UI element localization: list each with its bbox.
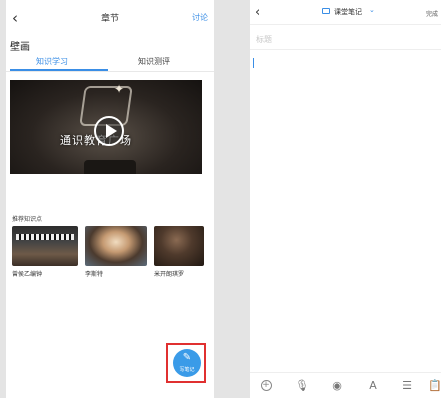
- recommended-thumbnail-bells[interactable]: [12, 226, 78, 266]
- chapter-screen: ‹ 章节 讨论 壁画 知识学习 知识测评 ✦ 通识教育广场 推荐知识点 曾侯乙编…: [6, 0, 214, 398]
- editor-toolbar: + 🎙 ◉ A ☰ 📋: [250, 372, 441, 398]
- text-format-icon[interactable]: A: [366, 379, 380, 393]
- microphone-icon[interactable]: 🎙: [295, 379, 309, 393]
- back-chevron-icon[interactable]: ‹: [255, 5, 260, 20]
- clipboard-icon[interactable]: 📋: [428, 379, 441, 393]
- note-title-input[interactable]: [256, 32, 426, 46]
- recommended-label[interactable]: 李斯特: [85, 269, 103, 278]
- recommended-label[interactable]: 米开朗琪罗: [154, 269, 184, 278]
- note-body-editor[interactable]: [254, 54, 434, 354]
- video-pedestal: [84, 160, 136, 174]
- course-title: 壁画: [10, 42, 30, 53]
- knowledge-tabs: 知识学习 知识测评: [6, 52, 214, 72]
- text-cursor: [253, 58, 254, 68]
- list-icon[interactable]: ☰: [400, 379, 414, 393]
- title-divider: [250, 49, 441, 50]
- tab-knowledge-learning[interactable]: 知识学习: [36, 56, 68, 67]
- chevron-down-icon[interactable]: ⌄: [369, 6, 375, 14]
- note-button-highlight: ✎ 写笔记: [166, 343, 206, 383]
- note-editor-screen: ‹ 课堂笔记 ⌄ 完成 + 🎙 ◉ A ☰ 📋: [250, 0, 441, 398]
- video-player[interactable]: ✦ 通识教育广场: [10, 80, 202, 174]
- done-button[interactable]: 完成: [426, 9, 438, 18]
- write-note-label: 写笔记: [179, 367, 195, 373]
- edit-icon: ✎: [182, 352, 192, 363]
- play-icon[interactable]: [94, 116, 124, 146]
- recommended-thumbnail-liszt[interactable]: [85, 226, 147, 266]
- tabs-divider: [6, 71, 214, 72]
- discuss-button[interactable]: 讨论: [192, 12, 208, 23]
- add-icon[interactable]: +: [259, 379, 273, 393]
- header-divider: [250, 24, 441, 25]
- recommended-label[interactable]: 曾侯乙编钟: [12, 269, 42, 278]
- write-note-button[interactable]: ✎ 写笔记: [173, 349, 201, 377]
- bells-image: [16, 234, 74, 240]
- chapter-title: 章节: [100, 14, 119, 24]
- recommended-thumbnail-michelangelo[interactable]: [154, 226, 204, 266]
- tab-knowledge-assessment[interactable]: 知识测评: [138, 56, 170, 67]
- recommended-title: 推荐知识点: [12, 216, 43, 223]
- notebook-title[interactable]: 课堂笔记: [334, 7, 362, 17]
- folder-icon: [322, 8, 330, 14]
- camera-icon[interactable]: ◉: [330, 379, 344, 393]
- star-icon: ✦: [114, 82, 125, 96]
- chapter-header: ‹ 章节 讨论: [6, 0, 214, 36]
